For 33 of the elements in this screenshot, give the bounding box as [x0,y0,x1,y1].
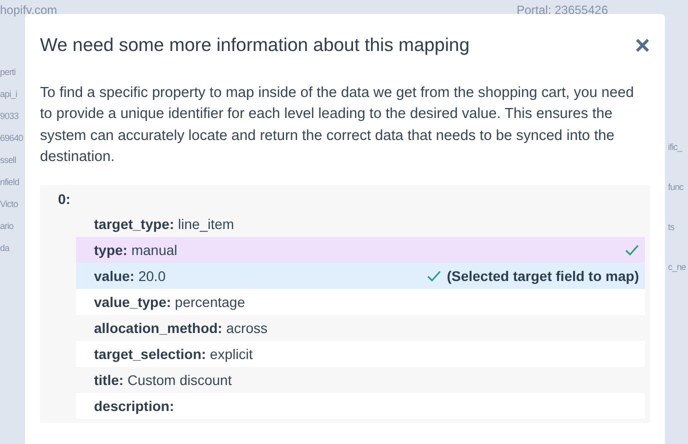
selected-field-row[interactable]: value: 20.0 (Selected target field to map) [76,263,645,290]
background-text: ssell [0,155,16,165]
background-text: 69640 [0,133,24,143]
close-button[interactable]: × [634,34,650,56]
field-text: target_selection: explicit [94,346,254,362]
selected-note: (Selected target field to map) [446,268,639,284]
field-text: title: Custom discount [94,372,233,388]
background-text: ario [0,221,14,231]
field-row[interactable]: value_type: percentage [76,289,645,316]
field-text: value: 20.0 [94,268,167,284]
field-row[interactable]: type: manual [76,237,645,264]
background-text: Portal: 23655426 [516,3,608,17]
background-text: Victo [0,199,18,209]
background-text: c_ne [667,262,686,272]
background-text: func [667,182,684,192]
background-text: nfield [0,177,20,187]
background-text: ific_ [667,142,682,152]
field-text: target_type: line_item [94,216,236,232]
background-text: 9033 [0,111,18,121]
field-row[interactable]: description: [76,393,645,420]
background-text: hopify.com [0,3,58,17]
dialog-title: We need some more information about this mapping [40,34,470,56]
field-text: type: manual [94,242,178,258]
dialog-description: To find a specific property to map inside of the data we get from the shopping cart, you need to provide a unique identifier for each level leading to the desired value. This ensures the system can accurately locate and return the correct data that needs to be synced into the destination. [40,84,635,167]
background-text: perti [0,67,16,77]
background-text: ts [667,222,674,232]
background-text: api_i [0,89,18,99]
index-label: 0: [57,191,72,210]
field-text: value_type: percentage [94,294,246,310]
background-text: da [0,243,10,253]
field-text: description: [94,398,176,414]
field-text: allocation_method: across [94,320,268,336]
field-row[interactable]: target_selection: explicit [76,341,645,368]
